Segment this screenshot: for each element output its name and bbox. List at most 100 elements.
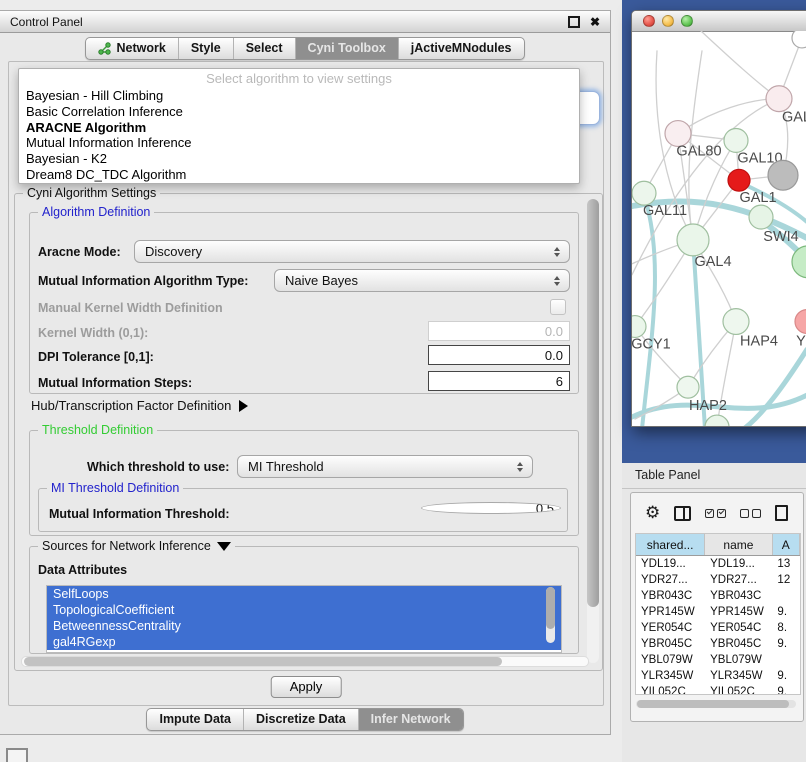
table-cell[interactable]: 9. — [772, 636, 800, 652]
minimized-panel-icon[interactable] — [6, 748, 28, 762]
table-row[interactable]: YBR045CYBR045C9. — [636, 636, 800, 652]
table-cell[interactable]: 9. — [772, 684, 800, 695]
node-gray[interactable] — [768, 160, 798, 190]
table-cell[interactable]: YDR27... — [636, 572, 705, 588]
apply-button[interactable]: Apply — [271, 676, 342, 698]
node-gal10[interactable] — [724, 129, 748, 153]
settings-hscrollbar[interactable] — [21, 656, 589, 667]
minimize-window-icon[interactable] — [662, 15, 674, 27]
node-hap2[interactable] — [677, 376, 699, 398]
tab-discretize-data[interactable]: Discretize Data — [243, 709, 358, 730]
data-attribute-item-betweennesscentrality[interactable]: BetweennessCentrality — [47, 618, 561, 634]
node-hap4[interactable] — [723, 309, 749, 335]
graph-edge[interactable] — [741, 349, 806, 426]
table-row[interactable]: YBR043CYBR043C — [636, 588, 800, 604]
table-row[interactable]: YBL079WYBL079W — [636, 652, 800, 668]
table-cell[interactable]: YBR043C — [705, 588, 772, 604]
table-cell[interactable]: YER054C — [705, 620, 772, 636]
table-cell[interactable]: YBR043C — [636, 588, 705, 604]
node-gcy1[interactable] — [632, 316, 646, 338]
table-cell[interactable]: YLR345W — [705, 668, 772, 684]
table-row[interactable]: YDR27...YDR27...12 — [636, 572, 800, 588]
attribute-list-scrollbar-thumb[interactable] — [546, 587, 555, 629]
mi-threshold-field[interactable] — [421, 502, 561, 514]
tab-cyni-toolbox[interactable]: Cyni Toolbox — [295, 38, 398, 59]
algorithm-option-bayesian-k2[interactable]: Bayesian - K2 — [19, 151, 579, 167]
attribute-list-scrollbar[interactable] — [546, 587, 555, 643]
aracne-mode-combobox[interactable]: Discovery — [134, 240, 570, 263]
network-graph-canvas[interactable]: GALGAL80GAL10GAL1GAL11SWI4GAL4GCY1HAP4YH… — [632, 31, 806, 426]
tab-select[interactable]: Select — [233, 38, 295, 59]
zoom-window-icon[interactable] — [681, 15, 693, 27]
table-cell[interactable]: 8. — [772, 620, 800, 636]
hub-definition-expander[interactable]: Hub/Transcription Factor Definition — [31, 398, 248, 413]
table-cell[interactable]: YPR145W — [636, 604, 705, 620]
table-row[interactable]: YLR345WYLR345W9. — [636, 668, 800, 684]
table-cell[interactable]: YBL079W — [636, 652, 705, 668]
close-window-icon[interactable] — [643, 15, 655, 27]
table-cell[interactable]: 13 — [772, 556, 800, 572]
algorithm-option-mutual-information-inference[interactable]: Mutual Information Inference — [19, 135, 579, 151]
node-gal11[interactable] — [632, 181, 656, 205]
table-row[interactable]: YDL19...YDL19...13 — [636, 556, 800, 572]
which-threshold-combobox[interactable]: MI Threshold — [237, 455, 533, 478]
table-cell[interactable]: YIL052C — [705, 684, 772, 695]
settings-hscrollbar-thumb[interactable] — [24, 657, 502, 666]
collapse-arrow-icon[interactable] — [217, 542, 231, 551]
mi-type-combobox[interactable]: Naive Bayes — [274, 269, 570, 292]
new-table-icon[interactable] — [775, 505, 788, 521]
table-hscrollbar-thumb[interactable] — [637, 700, 789, 708]
algorithm-option-basic-correlation-inference[interactable]: Basic Correlation Inference — [19, 104, 579, 120]
float-panel-icon[interactable] — [568, 16, 580, 28]
table-cell[interactable]: 9. — [772, 604, 800, 620]
table-cell[interactable]: 9. — [772, 668, 800, 684]
table-hscrollbar[interactable] — [636, 700, 796, 708]
table-cell[interactable]: YDR27... — [705, 572, 772, 588]
algorithm-option-bayesian-hill-climbing[interactable]: Bayesian - Hill Climbing — [19, 88, 579, 104]
tab-impute-data[interactable]: Impute Data — [147, 709, 243, 730]
table-cell[interactable]: YER054C — [636, 620, 705, 636]
tab-network[interactable]: Network — [86, 38, 177, 59]
node-pink-right[interactable] — [795, 310, 806, 334]
graph-edge[interactable] — [701, 31, 779, 99]
table-cell[interactable]: YBR045C — [636, 636, 705, 652]
table-cell[interactable]: YDL19... — [705, 556, 772, 572]
node-swi4[interactable] — [749, 205, 773, 229]
node-gal1[interactable] — [728, 169, 750, 191]
algorithm-option-aracne-algorithm[interactable]: ARACNE Algorithm — [19, 120, 579, 136]
column-header-a[interactable]: A — [773, 534, 800, 555]
node-partial-top[interactable] — [792, 31, 806, 48]
node-partial-bottom[interactable] — [705, 415, 729, 426]
settings-scrollbar-thumb[interactable] — [587, 199, 599, 607]
settings-scrollbar[interactable] — [587, 199, 599, 663]
table-row[interactable]: YPR145WYPR145W9. — [636, 604, 800, 620]
table-cell[interactable]: YLR345W — [636, 668, 705, 684]
table-cell[interactable]: YDL19... — [636, 556, 705, 572]
algorithm-option-dream8-dc-tdc-algorithm[interactable]: Dream8 DC_TDC Algorithm — [19, 167, 579, 183]
data-attribute-item-topologicalcoefficient[interactable]: TopologicalCoefficient — [47, 602, 561, 618]
column-header-name[interactable]: name — [705, 534, 772, 555]
split-columns-icon[interactable] — [674, 506, 691, 521]
tab-jactivemnodules[interactable]: jActiveMNodules — [398, 38, 524, 59]
dpi-tolerance-field[interactable] — [428, 345, 570, 365]
mi-steps-field[interactable] — [428, 371, 570, 391]
table-cell[interactable] — [772, 652, 800, 668]
table-cell[interactable]: 12 — [772, 572, 800, 588]
table-row[interactable]: YER054CYER054C8. — [636, 620, 800, 636]
deselect-all-icon[interactable] — [740, 509, 761, 518]
close-panel-icon[interactable]: ✖ — [590, 16, 600, 28]
column-header-shared[interactable]: shared... — [636, 534, 705, 555]
table-row[interactable]: YIL052CYIL052C9. — [636, 684, 800, 695]
node-gal4[interactable] — [677, 224, 709, 256]
data-attribute-item-gal4rgexp[interactable]: gal4RGexp — [47, 634, 561, 650]
table-cell[interactable]: YBL079W — [705, 652, 772, 668]
tab-style[interactable]: Style — [178, 38, 233, 59]
select-all-icon[interactable] — [705, 509, 726, 518]
tab-infer-network[interactable]: Infer Network — [358, 709, 463, 730]
network-graph[interactable]: GALGAL80GAL10GAL1GAL11SWI4GAL4GCY1HAP4YH… — [632, 31, 806, 426]
gear-icon[interactable]: ⚙ — [645, 505, 660, 522]
node-gal2[interactable] — [766, 86, 792, 112]
data-attribute-item-selfloops[interactable]: SelfLoops — [47, 586, 561, 602]
table-cell[interactable]: YBR045C — [705, 636, 772, 652]
table-cell[interactable] — [772, 588, 800, 604]
